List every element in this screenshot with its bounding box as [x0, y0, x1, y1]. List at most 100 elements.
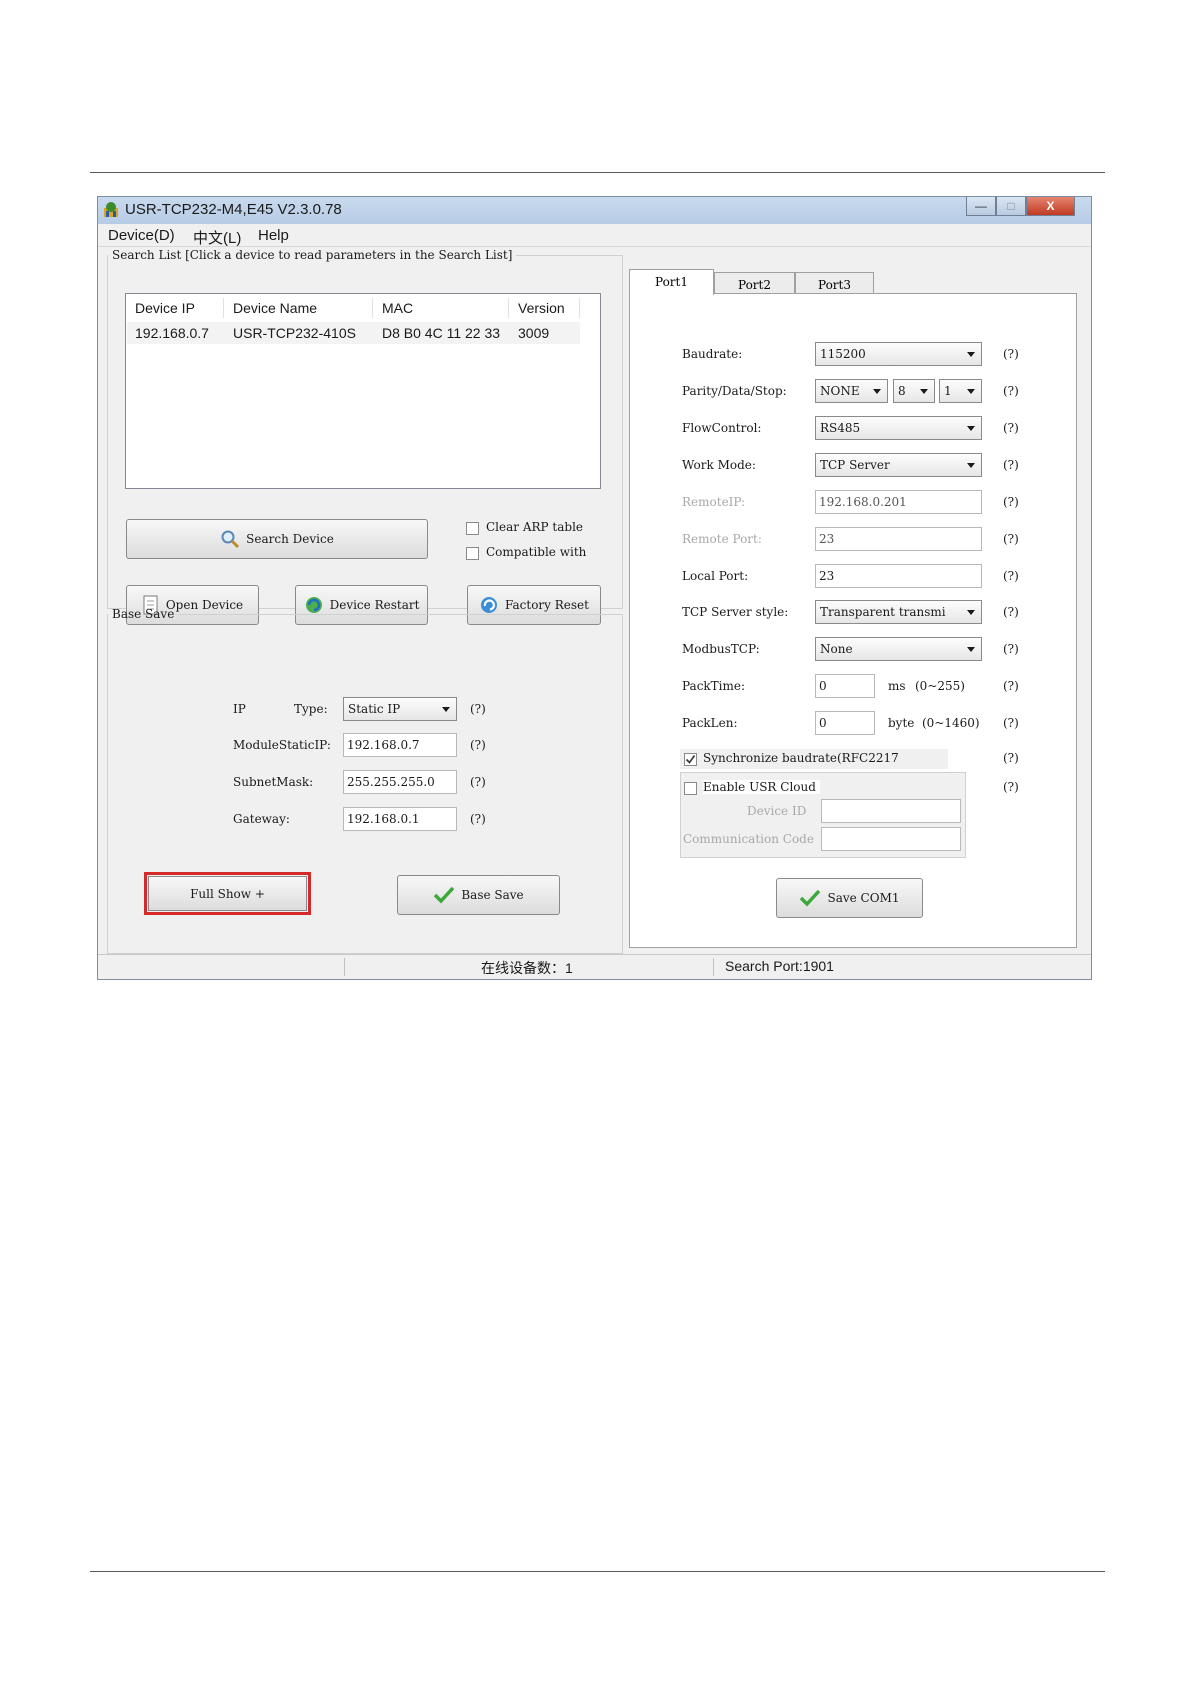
- search-list-legend: Search List [Click a device to read para…: [112, 248, 513, 262]
- save-com1-label: Save COM1: [827, 891, 900, 905]
- help-icon[interactable]: (?): [1003, 716, 1019, 730]
- top-rule: [90, 172, 1105, 173]
- sync-baudrate-checkbox[interactable]: [684, 753, 697, 766]
- help-icon[interactable]: (?): [1003, 780, 1019, 794]
- ip-type-select[interactable]: Static IP: [343, 697, 457, 721]
- device-id-label: Device ID: [747, 804, 807, 818]
- tab-port1[interactable]: Port1: [629, 269, 714, 295]
- modbus-tcp-value: None: [820, 642, 853, 656]
- chevron-down-icon: [920, 389, 928, 394]
- base-save-button[interactable]: Base Save: [397, 875, 560, 915]
- column-header-device-ip[interactable]: Device IP: [135, 294, 195, 322]
- app-window: USR-TCP232-M4,E45 V2.3.0.78 — □ X Device…: [97, 196, 1092, 980]
- chevron-down-icon: [967, 389, 975, 394]
- communication-code-input: [821, 827, 961, 851]
- status-divider: [344, 958, 345, 976]
- modbus-tcp-select[interactable]: None: [815, 637, 982, 661]
- save-com1-button[interactable]: Save COM1: [776, 878, 923, 918]
- usr-cloud-checkbox[interactable]: [684, 782, 697, 795]
- stop-bits-select[interactable]: 1: [939, 379, 982, 403]
- gateway-label: Gateway:: [233, 812, 290, 826]
- help-icon[interactable]: (?): [1003, 421, 1019, 435]
- column-header-version[interactable]: Version: [518, 294, 565, 322]
- compatible-label: Compatible with: [486, 545, 587, 559]
- menu-help[interactable]: Help: [258, 227, 289, 244]
- help-icon[interactable]: (?): [1003, 532, 1019, 546]
- flow-control-value: RS485: [820, 421, 861, 435]
- help-icon[interactable]: (?): [470, 775, 486, 789]
- tab-port2-label: Port2: [737, 278, 771, 292]
- online-device-count: 在线设备数：1: [481, 960, 573, 976]
- data-bits-select[interactable]: 8: [893, 379, 935, 403]
- chevron-down-icon: [967, 352, 975, 357]
- remote-port-input: 23: [815, 527, 982, 551]
- pack-time-unit: ms: [888, 679, 906, 693]
- clear-arp-checkbox[interactable]: [466, 522, 479, 535]
- device-list[interactable]: Device IP Device Name MAC Version 192.16…: [125, 293, 601, 489]
- help-icon[interactable]: (?): [1003, 569, 1019, 583]
- help-icon[interactable]: (?): [1003, 642, 1019, 656]
- help-icon[interactable]: (?): [470, 738, 486, 752]
- data-bits-value: 8: [898, 384, 906, 398]
- pack-len-input[interactable]: 0: [815, 711, 875, 735]
- compatible-checkbox[interactable]: [466, 547, 479, 560]
- parity-select[interactable]: NONE: [815, 379, 888, 403]
- static-ip-label: ModuleStaticIP:: [233, 738, 331, 752]
- close-button[interactable]: X: [1026, 197, 1075, 216]
- tcp-server-style-select[interactable]: Transparent transmi: [815, 600, 982, 624]
- full-show-button[interactable]: Full Show +: [148, 876, 307, 911]
- flow-control-select[interactable]: RS485: [815, 416, 982, 440]
- help-icon[interactable]: (?): [1003, 605, 1019, 619]
- gateway-input[interactable]: 192.168.0.1: [343, 807, 457, 831]
- pack-time-range: (0~255): [915, 679, 965, 693]
- check-icon: [685, 755, 696, 764]
- cell-device-ip: 192.168.0.7: [135, 325, 209, 341]
- baudrate-value: 115200: [820, 347, 866, 361]
- help-icon[interactable]: (?): [1003, 347, 1019, 361]
- baudrate-select[interactable]: 115200: [815, 342, 982, 366]
- base-save-label: Base Save: [461, 888, 524, 902]
- pack-time-input[interactable]: 0: [815, 674, 875, 698]
- column-header-device-name[interactable]: Device Name: [233, 294, 317, 322]
- menu-device[interactable]: Device(D): [108, 227, 175, 244]
- type-label: Type:: [294, 702, 328, 716]
- chevron-down-icon: [967, 426, 975, 431]
- parity-value: NONE: [820, 384, 860, 398]
- flow-control-label: FlowControl:: [682, 421, 762, 435]
- local-port-input[interactable]: 23: [815, 564, 982, 588]
- port-settings-panel: Baudrate: 115200 (?) Parity/Data/Stop: N…: [629, 293, 1077, 948]
- work-mode-label: Work Mode:: [682, 458, 756, 472]
- maximize-button[interactable]: □: [996, 197, 1026, 216]
- help-icon[interactable]: (?): [1003, 679, 1019, 693]
- title-bar: USR-TCP232-M4,E45 V2.3.0.78 — □ X: [98, 197, 1091, 224]
- base-save-legend: Base Save: [112, 607, 175, 621]
- subnet-input[interactable]: 255.255.255.0: [343, 770, 457, 794]
- local-port-label: Local Port:: [682, 569, 749, 583]
- work-mode-select[interactable]: TCP Server: [815, 453, 982, 477]
- remote-ip-label: RemoteIP:: [682, 495, 746, 509]
- help-icon[interactable]: (?): [470, 702, 486, 716]
- help-icon[interactable]: (?): [1003, 458, 1019, 472]
- help-icon[interactable]: (?): [1003, 384, 1019, 398]
- full-show-label: Full Show +: [190, 886, 265, 901]
- status-bar: 在线设备数：1 Search Port:1901: [98, 954, 1091, 979]
- tab-port1-label: Port1: [654, 275, 688, 289]
- baudrate-label: Baudrate:: [682, 347, 743, 361]
- help-icon[interactable]: (?): [470, 812, 486, 826]
- search-device-button[interactable]: Search Device: [126, 519, 428, 559]
- subnet-label: SubnetMask:: [233, 775, 314, 789]
- chevron-down-icon: [442, 707, 450, 712]
- chevron-down-icon: [967, 610, 975, 615]
- column-header-mac[interactable]: MAC: [382, 294, 413, 322]
- help-icon[interactable]: (?): [1003, 751, 1019, 765]
- menu-language[interactable]: 中文(L): [193, 227, 241, 248]
- cell-version: 3009: [518, 325, 550, 341]
- magnifier-icon: [221, 530, 240, 549]
- parity-label: Parity/Data/Stop:: [682, 384, 787, 398]
- chevron-down-icon: [967, 463, 975, 468]
- help-icon[interactable]: (?): [1003, 495, 1019, 509]
- column-divider: [223, 298, 224, 318]
- static-ip-input[interactable]: 192.168.0.7: [343, 733, 457, 757]
- minimize-button[interactable]: —: [966, 197, 996, 216]
- chevron-down-icon: [873, 389, 881, 394]
